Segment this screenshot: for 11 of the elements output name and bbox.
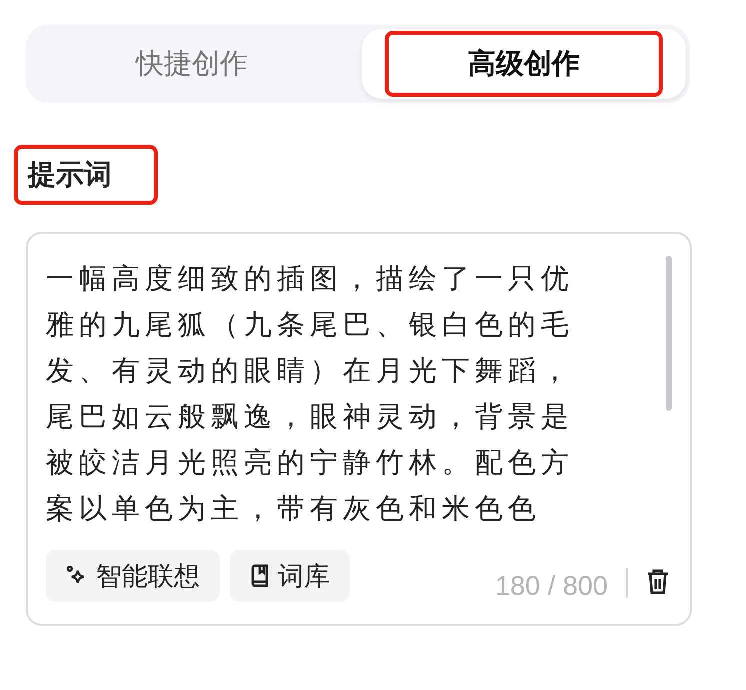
mode-tab[interactable]: 高级创作 xyxy=(362,29,686,99)
prompt-label: 提示词 xyxy=(14,145,158,205)
scrollbar[interactable] xyxy=(666,256,672,411)
tool-button[interactable]: 智能联想 xyxy=(46,550,220,602)
mode-tab[interactable]: 快捷创作 xyxy=(30,29,354,99)
character-count: 180 / 800 xyxy=(495,570,608,603)
prompt-textarea[interactable]: 一幅高度细致的插图，描绘了一只优雅的九尾狐（九条尾巴、银白色的毛发、有灵动的眼睛）在月光下舞蹈，尾巴如云般飘逸，眼神灵动，背景是被皎洁月光照亮的宁静竹林。配色方案以单色为主，带有灰色和米色色 智能联想 词库 180 / 800 xyxy=(26,232,692,626)
delete-icon[interactable] xyxy=(646,568,670,596)
prompt-text: 一幅高度细致的插图，描绘了一只优雅的九尾狐（九条尾巴、银白色的毛发、有灵动的眼睛）在月光下舞蹈，尾巴如云般飘逸，眼神灵动，背景是被皎洁月光照亮的宁静竹林。配色方案以单色为主，带有灰色和米色色 xyxy=(46,262,575,526)
book-icon xyxy=(250,564,270,588)
tool-button[interactable]: 词库 xyxy=(230,550,350,602)
